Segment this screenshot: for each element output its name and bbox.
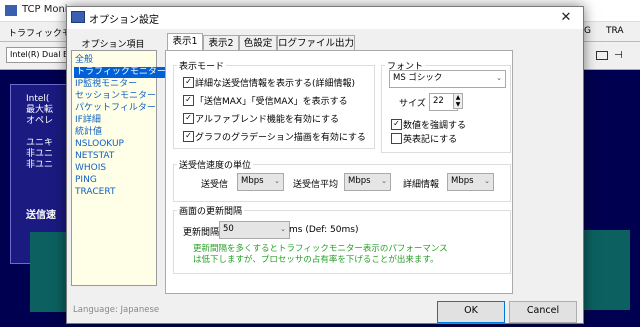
refresh-interval-label: 更新間隔	[183, 228, 220, 238]
send-unit-value: Mbps	[241, 176, 264, 186]
options-list: 全般 トラフィックモニター IP監視モニター セッションモニター パケットフィル…	[71, 50, 168, 286]
avg-unit-select[interactable]: Mbps ⌄	[344, 173, 391, 191]
list-item-ip-monitor[interactable]: IP監視モニター	[75, 79, 137, 90]
list-item-general[interactable]: 全般	[75, 55, 93, 66]
font-size-label: サイズ	[399, 99, 426, 109]
alpha-blend-checkbox[interactable]: ✓	[183, 113, 194, 124]
avg-unit-label: 送受信平均	[293, 180, 339, 190]
dialog-icon	[71, 11, 85, 23]
detail-unit-select[interactable]: Mbps ⌄	[447, 173, 494, 191]
gradient-checkbox[interactable]: ✓	[183, 131, 194, 142]
ok-button[interactable]: OK	[437, 301, 505, 323]
chevron-down-icon: ⌄	[274, 177, 280, 185]
font-family-value: MS ゴシック	[393, 73, 443, 83]
app-title: TCP Moni	[22, 4, 68, 15]
bold-number-checkbox[interactable]: ✓	[391, 119, 402, 130]
english-checkbox[interactable]	[391, 133, 402, 144]
spinner-arrows-icon[interactable]: ▲ ▼	[453, 93, 463, 109]
refresh-title: 画面の更新間隔	[177, 204, 245, 217]
detail-unit-label: 詳細情報	[403, 180, 440, 190]
detail-info-checkbox[interactable]: ✓	[183, 77, 194, 88]
chevron-down-icon: ⌄	[484, 177, 490, 185]
refresh-unit: ms (Def: 50ms)	[289, 225, 359, 235]
list-item-whois[interactable]: WHOIS	[75, 163, 106, 174]
alpha-blend-label: アルファブレンド機能を有効にする	[195, 115, 340, 125]
font-size-value: 22	[433, 96, 444, 106]
gradient-label: グラフのグラデーション描画を有効にする	[195, 133, 366, 143]
max-display-label: 「送信MAX」「受信MAX」を表示する	[195, 97, 348, 107]
dialog-title: オプション設定	[89, 15, 159, 26]
list-item-session-monitor[interactable]: セッションモニター	[75, 91, 156, 102]
adapter-info: Intel( 最大転 オペレ ユニキ 非ユニ 非ユニ	[26, 94, 54, 170]
chevron-down-icon: ⌄	[381, 177, 387, 185]
send-unit-label: 送受信	[201, 180, 229, 190]
list-item-netstat[interactable]: NETSTAT	[75, 151, 114, 162]
list-item-traffic-monitor[interactable]: トラフィックモニター	[74, 67, 168, 78]
detail-info-label: 詳細な送受信情報を表示する(詳細情報)	[195, 79, 356, 89]
refresh-note-line2: は低下しますが、プロセッサの占有率を下げることが出来ます。	[193, 255, 439, 265]
app-icon	[5, 5, 17, 16]
refresh-interval-value: 50	[223, 224, 234, 234]
app-tab-traffic[interactable]: トラフィックモ	[8, 26, 71, 39]
cancel-button[interactable]: Cancel	[509, 301, 577, 323]
display-mode-title: 表示モード	[177, 59, 227, 72]
refresh-interval-select[interactable]: 50 ⌄	[219, 221, 290, 239]
detail-unit-value: Mbps	[451, 176, 474, 186]
window-icon[interactable]	[596, 51, 608, 60]
options-dialog: オプション設定 ✕ オプション項目 全般 トラフィックモニター IP監視モニター…	[66, 6, 584, 324]
chevron-down-icon: ⌄	[280, 225, 286, 233]
list-item-ping[interactable]: PING	[75, 175, 97, 186]
refresh-note-line1: 更新間隔を多くするとトラフィックモニター表示のパフォーマンス	[193, 244, 448, 254]
pin-icon[interactable]: ⊣	[614, 50, 623, 61]
english-label: 英表記にする	[403, 135, 458, 145]
max-display-checkbox[interactable]: ✓	[183, 95, 194, 106]
list-item-statistics[interactable]: 統計値	[75, 127, 102, 138]
traffic-graph-left	[30, 232, 70, 312]
options-list-header: オプション項目	[81, 40, 145, 50]
list-item-packet-filter[interactable]: パケットフィルター	[75, 103, 156, 114]
dialog-title-bar: オプション設定 ✕	[67, 7, 583, 29]
send-speed-label: 送信速	[26, 210, 56, 221]
close-icon[interactable]: ✕	[555, 9, 577, 27]
bold-number-label: 数値を強調する	[403, 121, 467, 131]
chevron-down-icon: ⌄	[496, 74, 502, 82]
list-item-tracert[interactable]: TRACERT	[75, 187, 115, 198]
send-unit-select[interactable]: Mbps ⌄	[237, 173, 284, 191]
app-tab-g[interactable]: G	[584, 26, 591, 36]
list-item-if-detail[interactable]: IF詳細	[75, 115, 101, 126]
list-item-nslookup[interactable]: NSLOOKUP	[75, 139, 124, 150]
speed-unit-title: 送受信速度の単位	[177, 158, 254, 171]
app-tab-tra[interactable]: TRA	[606, 26, 624, 36]
avg-unit-value: Mbps	[348, 176, 371, 186]
font-family-select[interactable]: MS ゴシック ⌄	[389, 70, 506, 88]
language-label: Language: Japanese	[73, 305, 160, 315]
